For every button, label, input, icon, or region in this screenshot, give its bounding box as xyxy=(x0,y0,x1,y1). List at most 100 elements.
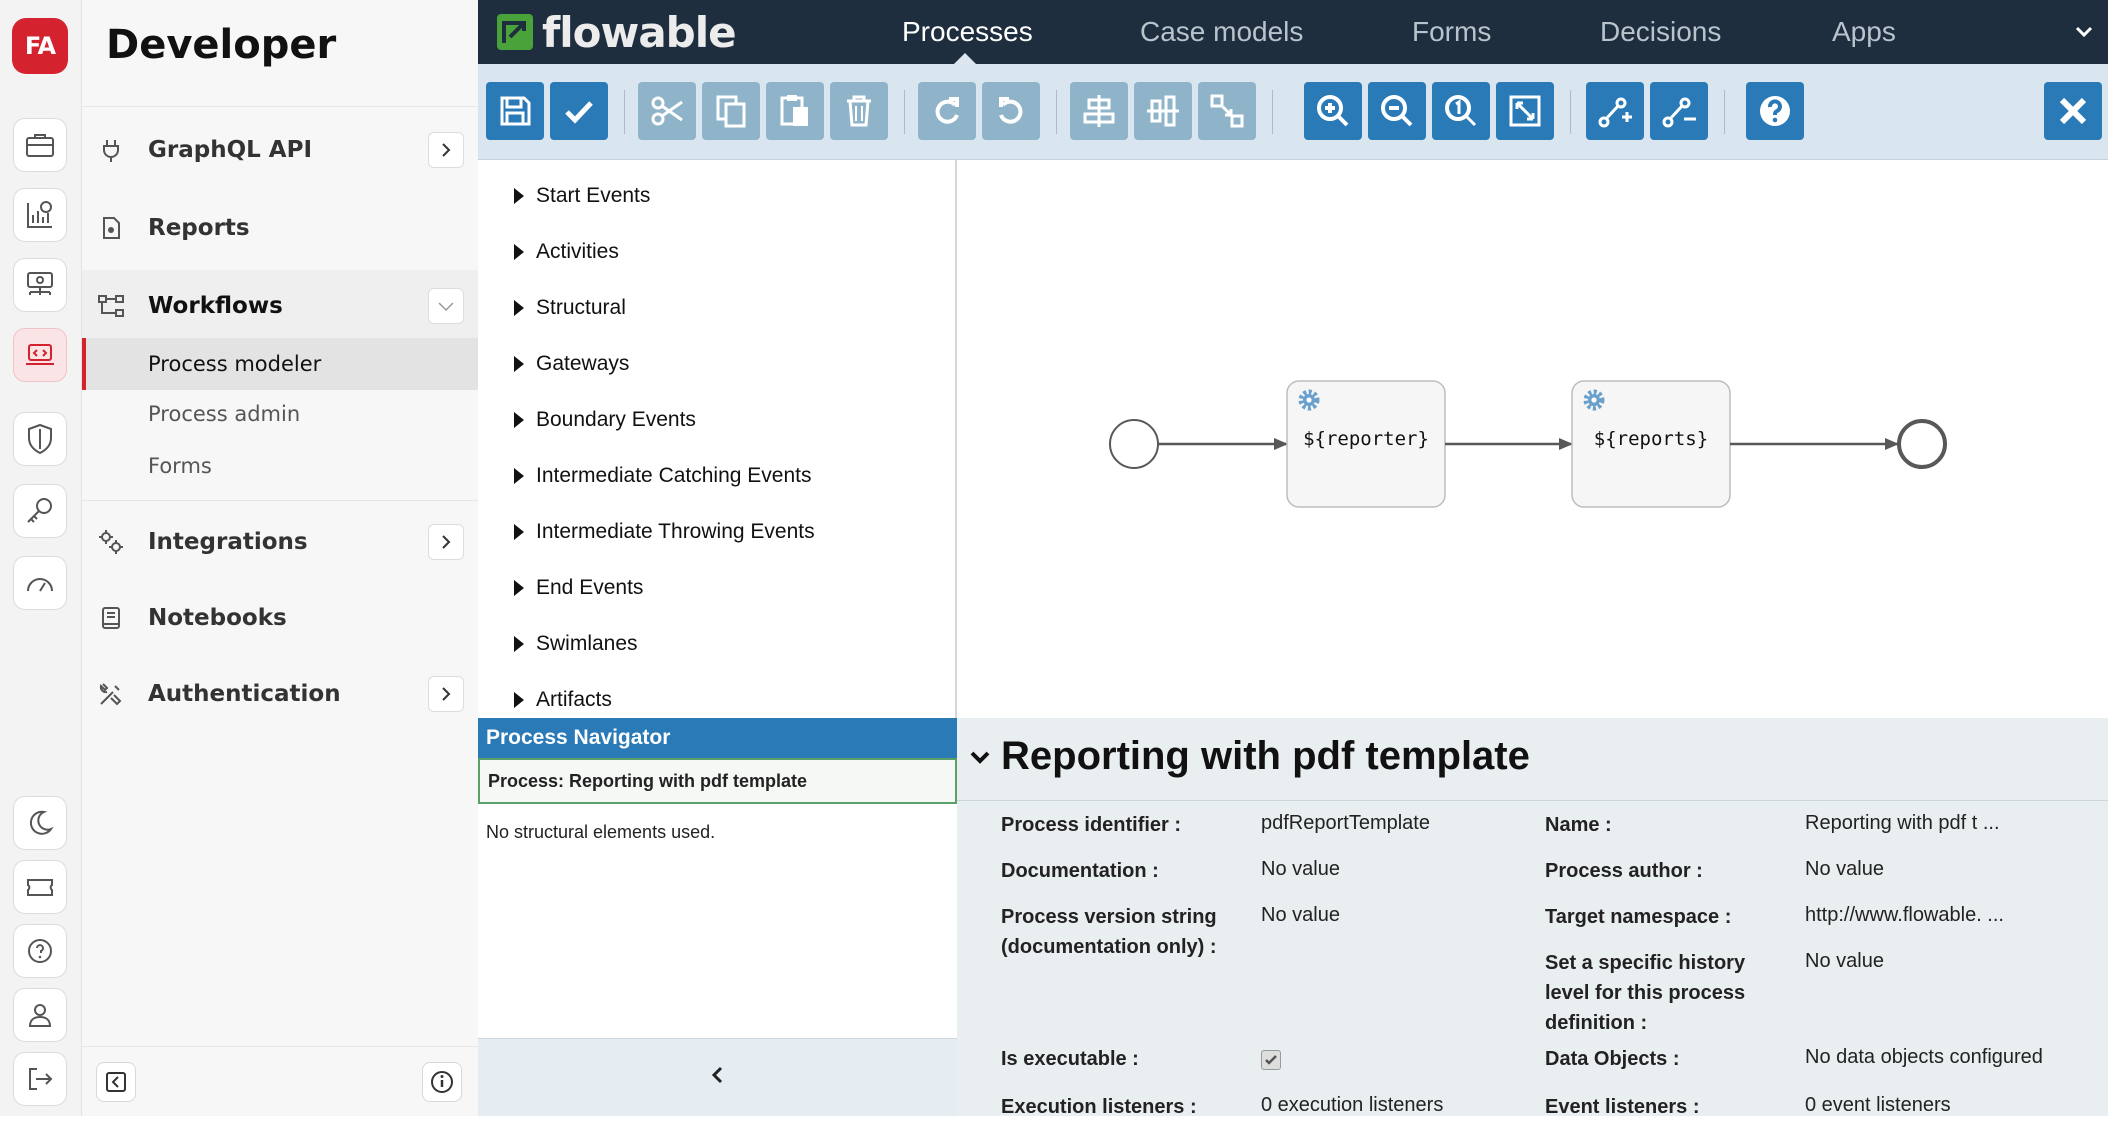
prop-value-history-level[interactable]: No value xyxy=(1805,946,1884,976)
close-icon[interactable] xyxy=(2044,82,2102,140)
align-horizontal-icon[interactable] xyxy=(1070,82,1128,140)
add-bendpoint-icon[interactable] xyxy=(1586,82,1644,140)
logout-icon[interactable] xyxy=(13,1052,67,1106)
chevron-right-icon[interactable] xyxy=(428,132,464,168)
nav-item-integrations[interactable]: Integrations xyxy=(82,506,478,578)
toolbar-divider xyxy=(1272,90,1273,134)
tools-icon xyxy=(96,679,126,709)
properties-panel: Reporting with pdf template Process iden… xyxy=(957,718,2108,1118)
prop-label-name: Name : xyxy=(1545,814,1612,836)
palette-group-boundary-events[interactable]: Boundary Events xyxy=(514,408,696,432)
toolbar-divider xyxy=(1570,90,1571,134)
tab-case-models[interactable]: Case models xyxy=(1140,0,1303,64)
palette-group-activities[interactable]: Activities xyxy=(514,240,619,264)
flowable-logo[interactable]: flowable xyxy=(494,6,737,58)
subnav-forms[interactable]: Forms xyxy=(82,440,478,492)
undo-icon[interactable] xyxy=(982,82,1040,140)
prop-value-target-namespace[interactable]: http://www.flowable. ... xyxy=(1805,900,2004,930)
active-tab-indicator xyxy=(954,53,976,64)
help-icon[interactable] xyxy=(1746,82,1804,140)
redo-icon[interactable] xyxy=(918,82,976,140)
tab-forms[interactable]: Forms xyxy=(1412,0,1491,64)
save-icon[interactable] xyxy=(486,82,544,140)
prop-value-data-objects[interactable]: No data objects configured xyxy=(1805,1042,2043,1072)
tab-decisions[interactable]: Decisions xyxy=(1600,0,1721,64)
palette-group-structural[interactable]: Structural xyxy=(514,296,626,320)
info-icon[interactable] xyxy=(422,1062,462,1102)
prop-label-history-level: Set a specific history level for this pr… xyxy=(1545,952,1746,1034)
app-logo[interactable]: FA xyxy=(12,18,68,74)
delete-icon[interactable] xyxy=(830,82,888,140)
nav-item-label: Authentication xyxy=(148,681,341,707)
network-icon[interactable] xyxy=(13,258,67,312)
chevron-right-icon xyxy=(514,636,524,652)
divider xyxy=(82,500,478,501)
chevron-right-icon xyxy=(514,356,524,372)
palette-group-start-events[interactable]: Start Events xyxy=(514,184,650,208)
chevron-down-icon[interactable] xyxy=(428,288,464,324)
shield-icon[interactable] xyxy=(13,412,67,466)
briefcase-icon[interactable] xyxy=(13,118,67,172)
align-vertical-icon[interactable] xyxy=(1134,82,1192,140)
end-event[interactable] xyxy=(1897,419,1947,469)
zoom-actual-icon[interactable] xyxy=(1432,82,1490,140)
user-icon[interactable] xyxy=(13,988,67,1042)
paste-icon[interactable] xyxy=(766,82,824,140)
diagram-canvas[interactable]: ${reporter} ${reports} xyxy=(957,160,2108,718)
zoom-out-icon[interactable] xyxy=(1368,82,1426,140)
properties-title[interactable]: Reporting with pdf template xyxy=(967,734,1530,779)
prop-label-documentation: Documentation : xyxy=(1001,860,1159,882)
gauge-icon[interactable] xyxy=(13,556,67,610)
collapse-sidebar-icon[interactable] xyxy=(96,1062,136,1102)
prop-label-process-author: Process author : xyxy=(1545,860,1703,882)
side-navigation: Developer GraphQL API Reports Workflows … xyxy=(82,0,478,1116)
chevron-right-icon[interactable] xyxy=(428,524,464,560)
toolbar-divider xyxy=(1724,90,1725,134)
chevron-right-icon xyxy=(514,188,524,204)
prop-value-process-author[interactable]: No value xyxy=(1805,854,1884,884)
remove-bendpoint-icon[interactable] xyxy=(1650,82,1708,140)
cut-icon[interactable] xyxy=(638,82,696,140)
subnav-process-admin[interactable]: Process admin xyxy=(82,388,478,440)
copy-icon[interactable] xyxy=(702,82,760,140)
nav-item-authentication[interactable]: Authentication xyxy=(82,658,478,730)
chevron-right-icon xyxy=(514,412,524,428)
process-navigator-item[interactable]: Process: Reporting with pdf template xyxy=(478,758,957,804)
code-laptop-icon[interactable] xyxy=(13,328,67,382)
tab-apps[interactable]: Apps xyxy=(1832,0,1896,64)
nav-item-workflows[interactable]: Workflows xyxy=(82,270,478,342)
subnav-process-modeler[interactable]: Process modeler xyxy=(82,338,478,390)
is-executable-checkbox[interactable] xyxy=(1261,1050,1281,1070)
workflow-icon xyxy=(96,291,126,321)
nav-item-notebooks[interactable]: Notebooks xyxy=(82,582,478,654)
key-icon[interactable] xyxy=(13,484,67,538)
nav-item-reports[interactable]: Reports xyxy=(82,192,478,264)
prop-value-documentation[interactable]: No value xyxy=(1261,854,1340,884)
collapse-panel-icon[interactable] xyxy=(708,1064,728,1091)
palette-group-swimlanes[interactable]: Swimlanes xyxy=(514,632,638,656)
validate-icon[interactable] xyxy=(550,82,608,140)
zoom-fit-icon[interactable] xyxy=(1496,82,1554,140)
nav-item-graphql-api[interactable]: GraphQL API xyxy=(82,114,478,186)
palette-group-intermediate-throwing-events[interactable]: Intermediate Throwing Events xyxy=(514,520,815,544)
palette-group-gateways[interactable]: Gateways xyxy=(514,352,629,376)
palette-group-intermediate-catching-events[interactable]: Intermediate Catching Events xyxy=(514,464,811,488)
prop-label-target-namespace: Target namespace : xyxy=(1545,906,1732,928)
start-event[interactable] xyxy=(1109,419,1159,469)
prop-value-process-identifier[interactable]: pdfReportTemplate xyxy=(1261,808,1430,838)
chevron-down-icon[interactable] xyxy=(2074,24,2094,45)
ticket-icon[interactable] xyxy=(13,860,67,914)
chevron-right-icon[interactable] xyxy=(428,676,464,712)
palette-group-artifacts[interactable]: Artifacts xyxy=(514,688,612,712)
reports-chart-icon[interactable] xyxy=(13,188,67,242)
same-size-icon[interactable] xyxy=(1198,82,1256,140)
moon-icon[interactable] xyxy=(13,796,67,850)
help-icon[interactable] xyxy=(13,924,67,978)
task-label: ${reporter} xyxy=(1303,428,1429,450)
prop-value-version-string[interactable]: No value xyxy=(1261,900,1340,930)
plug-icon xyxy=(96,135,126,165)
zoom-in-icon[interactable] xyxy=(1304,82,1362,140)
process-diagram xyxy=(1109,380,1947,508)
prop-value-name[interactable]: Reporting with pdf t ... xyxy=(1805,808,2000,838)
palette-group-end-events[interactable]: End Events xyxy=(514,576,643,600)
